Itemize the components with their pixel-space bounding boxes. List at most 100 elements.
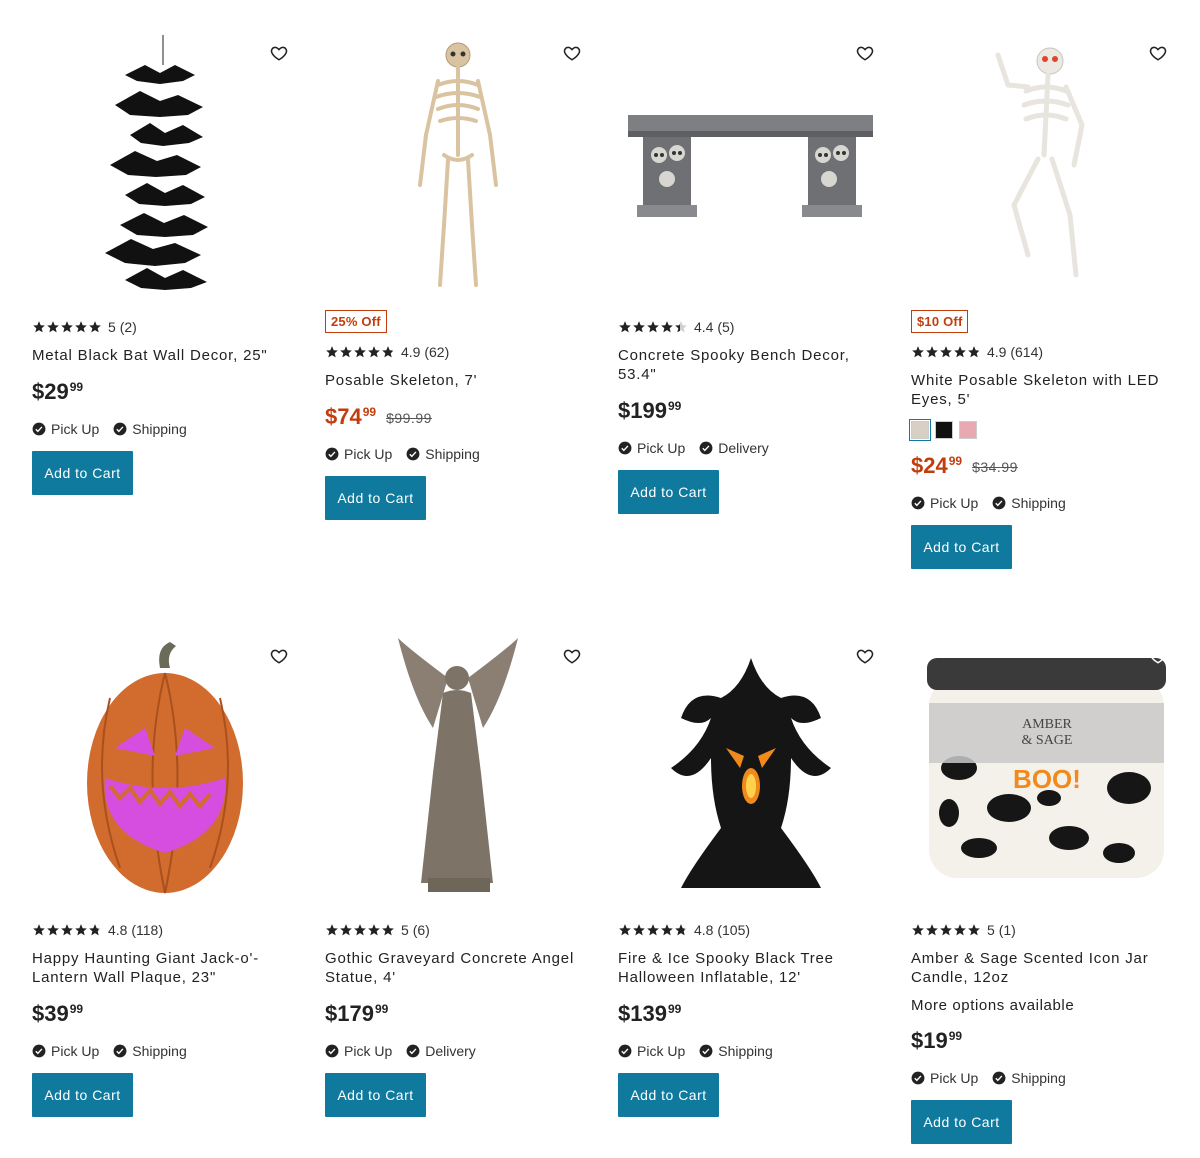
product-title[interactable]: Posable Skeleton, 7' [325, 371, 590, 390]
product-info: 4.4 (5) Concrete Spooky Bench Decor, 53.… [618, 318, 883, 514]
price: $199 99 [618, 398, 883, 424]
fulfillment-shipping: Shipping [406, 446, 480, 462]
wishlist-heart-icon[interactable] [1149, 44, 1167, 62]
fulfillment-label: Shipping [718, 1043, 773, 1059]
price: $39 99 [32, 1001, 297, 1027]
wishlist-heart-icon[interactable] [563, 44, 581, 62]
product-card[interactable]: AMBER & SAGE BOO! 5 (1) Amber & Sage Sce… [911, 633, 1176, 1158]
rating-value: 4.4 [694, 319, 714, 335]
product-image-spooky-tree-inflatable[interactable] [618, 633, 883, 903]
review-count[interactable]: (62) [424, 344, 449, 360]
wishlist-heart-icon[interactable] [856, 647, 874, 665]
product-card[interactable]: 5 (6) Gothic Graveyard Concrete Angel St… [325, 633, 590, 1158]
price-cents: 99 [69, 1002, 84, 1016]
add-to-cart-button[interactable]: Add to Cart [911, 525, 1012, 569]
review-count[interactable]: (1) [999, 922, 1016, 938]
add-to-cart-button[interactable]: Add to Cart [32, 1073, 133, 1117]
discount-badge: 25% Off [325, 310, 387, 333]
fulfillment-label: Shipping [1011, 495, 1066, 511]
color-swatch[interactable] [935, 421, 953, 439]
rating-stars [911, 923, 981, 937]
product-card[interactable]: 5 (2) Metal Black Bat Wall Decor, 25" $2… [32, 30, 297, 590]
wishlist-heart-icon[interactable] [270, 44, 288, 62]
fulfillment-delivery: Delivery [699, 440, 769, 456]
star-icon [382, 346, 394, 358]
product-card[interactable]: 4.8 (105) Fire & Ice Spooky Black Tree H… [618, 633, 883, 1158]
review-count[interactable]: (2) [120, 319, 137, 335]
add-to-cart-button[interactable]: Add to Cart [618, 470, 719, 514]
star-icon [89, 321, 101, 333]
product-image-jack-o-lantern[interactable] [32, 633, 297, 903]
fulfillment-label: Shipping [132, 1043, 187, 1059]
rating: 5 (6) [325, 921, 590, 939]
product-info: 4.8 (105) Fire & Ice Spooky Black Tree H… [618, 921, 883, 1117]
product-card[interactable]: 25% Off 4.9 (62) Posable Skeleton, 7' $7… [325, 30, 590, 590]
product-title[interactable]: Gothic Graveyard Concrete Angel Statue, … [325, 949, 590, 987]
price: $19 99 [911, 1028, 1176, 1054]
product-info: 25% Off 4.9 (62) Posable Skeleton, 7' $7… [325, 310, 590, 520]
color-swatch[interactable] [909, 419, 931, 441]
fulfillment-label: Delivery [425, 1043, 476, 1059]
product-title[interactable]: Metal Black Bat Wall Decor, 25" [32, 346, 297, 365]
add-to-cart-button[interactable]: Add to Cart [325, 476, 426, 520]
skeleton-image [417, 42, 498, 287]
check-circle-icon [911, 1071, 925, 1085]
product-image-angel-statue[interactable] [325, 633, 590, 903]
wishlist-heart-icon[interactable] [856, 44, 874, 62]
color-swatches [909, 419, 1176, 441]
review-count[interactable]: (6) [413, 922, 430, 938]
product-info: 5 (2) Metal Black Bat Wall Decor, 25" $2… [32, 318, 297, 495]
star-icon [61, 924, 73, 936]
wishlist-heart-icon[interactable] [563, 647, 581, 665]
fulfillment-label: Shipping [1011, 1070, 1066, 1086]
fulfillment-options: Pick Up Shipping [32, 1043, 297, 1059]
rating: 5 (1) [911, 921, 1176, 939]
check-circle-icon [992, 496, 1006, 510]
review-count[interactable]: (118) [131, 922, 163, 938]
product-image-bat-wall-decor[interactable] [32, 30, 297, 300]
price: $139 99 [618, 1001, 883, 1027]
rating: 4.9 (62) [325, 343, 590, 361]
review-count[interactable]: (105) [717, 922, 750, 938]
review-count[interactable]: (614) [1010, 344, 1043, 360]
product-title[interactable]: Concrete Spooky Bench Decor, 53.4" [618, 346, 883, 384]
candle-label-line: AMBER [1022, 717, 1072, 732]
product-card[interactable]: 4.4 (5) Concrete Spooky Bench Decor, 53.… [618, 30, 883, 590]
product-card[interactable]: 4.8 (118) Happy Haunting Giant Jack-o'-L… [32, 633, 297, 1158]
product-card[interactable]: $10 Off 4.9 (614) White Posable Skeleton… [909, 30, 1176, 590]
add-to-cart-button[interactable]: Add to Cart [911, 1100, 1012, 1144]
check-circle-icon [113, 1044, 127, 1058]
product-image-skull-bench[interactable] [618, 30, 883, 300]
rating: 4.4 (5) [618, 318, 883, 336]
add-to-cart-button[interactable]: Add to Cart [618, 1073, 719, 1117]
star-icon [619, 321, 631, 333]
original-price: $34.99 [972, 459, 1018, 475]
product-title[interactable]: Happy Haunting Giant Jack-o'-Lantern Wal… [32, 949, 297, 987]
star-icon [912, 924, 924, 936]
product-info: 4.8 (118) Happy Haunting Giant Jack-o'-L… [32, 921, 297, 1117]
star-icon [47, 924, 59, 936]
add-to-cart-button[interactable]: Add to Cart [325, 1073, 426, 1117]
candle-label-line: & SAGE [1021, 733, 1072, 748]
price-dollars: $179 [325, 1001, 374, 1026]
product-image-led-skeleton[interactable] [911, 30, 1176, 300]
color-swatch[interactable] [959, 421, 977, 439]
fulfillment-pick-up: Pick Up [325, 446, 392, 462]
product-title[interactable]: White Posable Skeleton with LED Eyes, 5' [911, 371, 1176, 409]
rating: 4.8 (105) [618, 921, 883, 939]
check-circle-icon [325, 1044, 339, 1058]
fulfillment-pick-up: Pick Up [32, 1043, 99, 1059]
review-count[interactable]: (5) [717, 319, 734, 335]
wishlist-heart-icon[interactable] [270, 647, 288, 665]
product-image-jar-candle[interactable]: AMBER & SAGE BOO! [911, 633, 1176, 903]
star-icon [75, 321, 87, 333]
product-title[interactable]: Amber & Sage Scented Icon Jar Candle, 12… [911, 949, 1176, 987]
fulfillment-shipping: Shipping [699, 1043, 773, 1059]
wishlist-heart-icon[interactable] [1149, 647, 1167, 665]
fulfillment-shipping: Shipping [113, 1043, 187, 1059]
add-to-cart-button[interactable]: Add to Cart [32, 451, 133, 495]
more-options-text[interactable]: More options available [911, 997, 1176, 1014]
star-icon [382, 924, 394, 936]
product-title[interactable]: Fire & Ice Spooky Black Tree Halloween I… [618, 949, 883, 987]
product-image-skeleton[interactable] [325, 30, 590, 300]
